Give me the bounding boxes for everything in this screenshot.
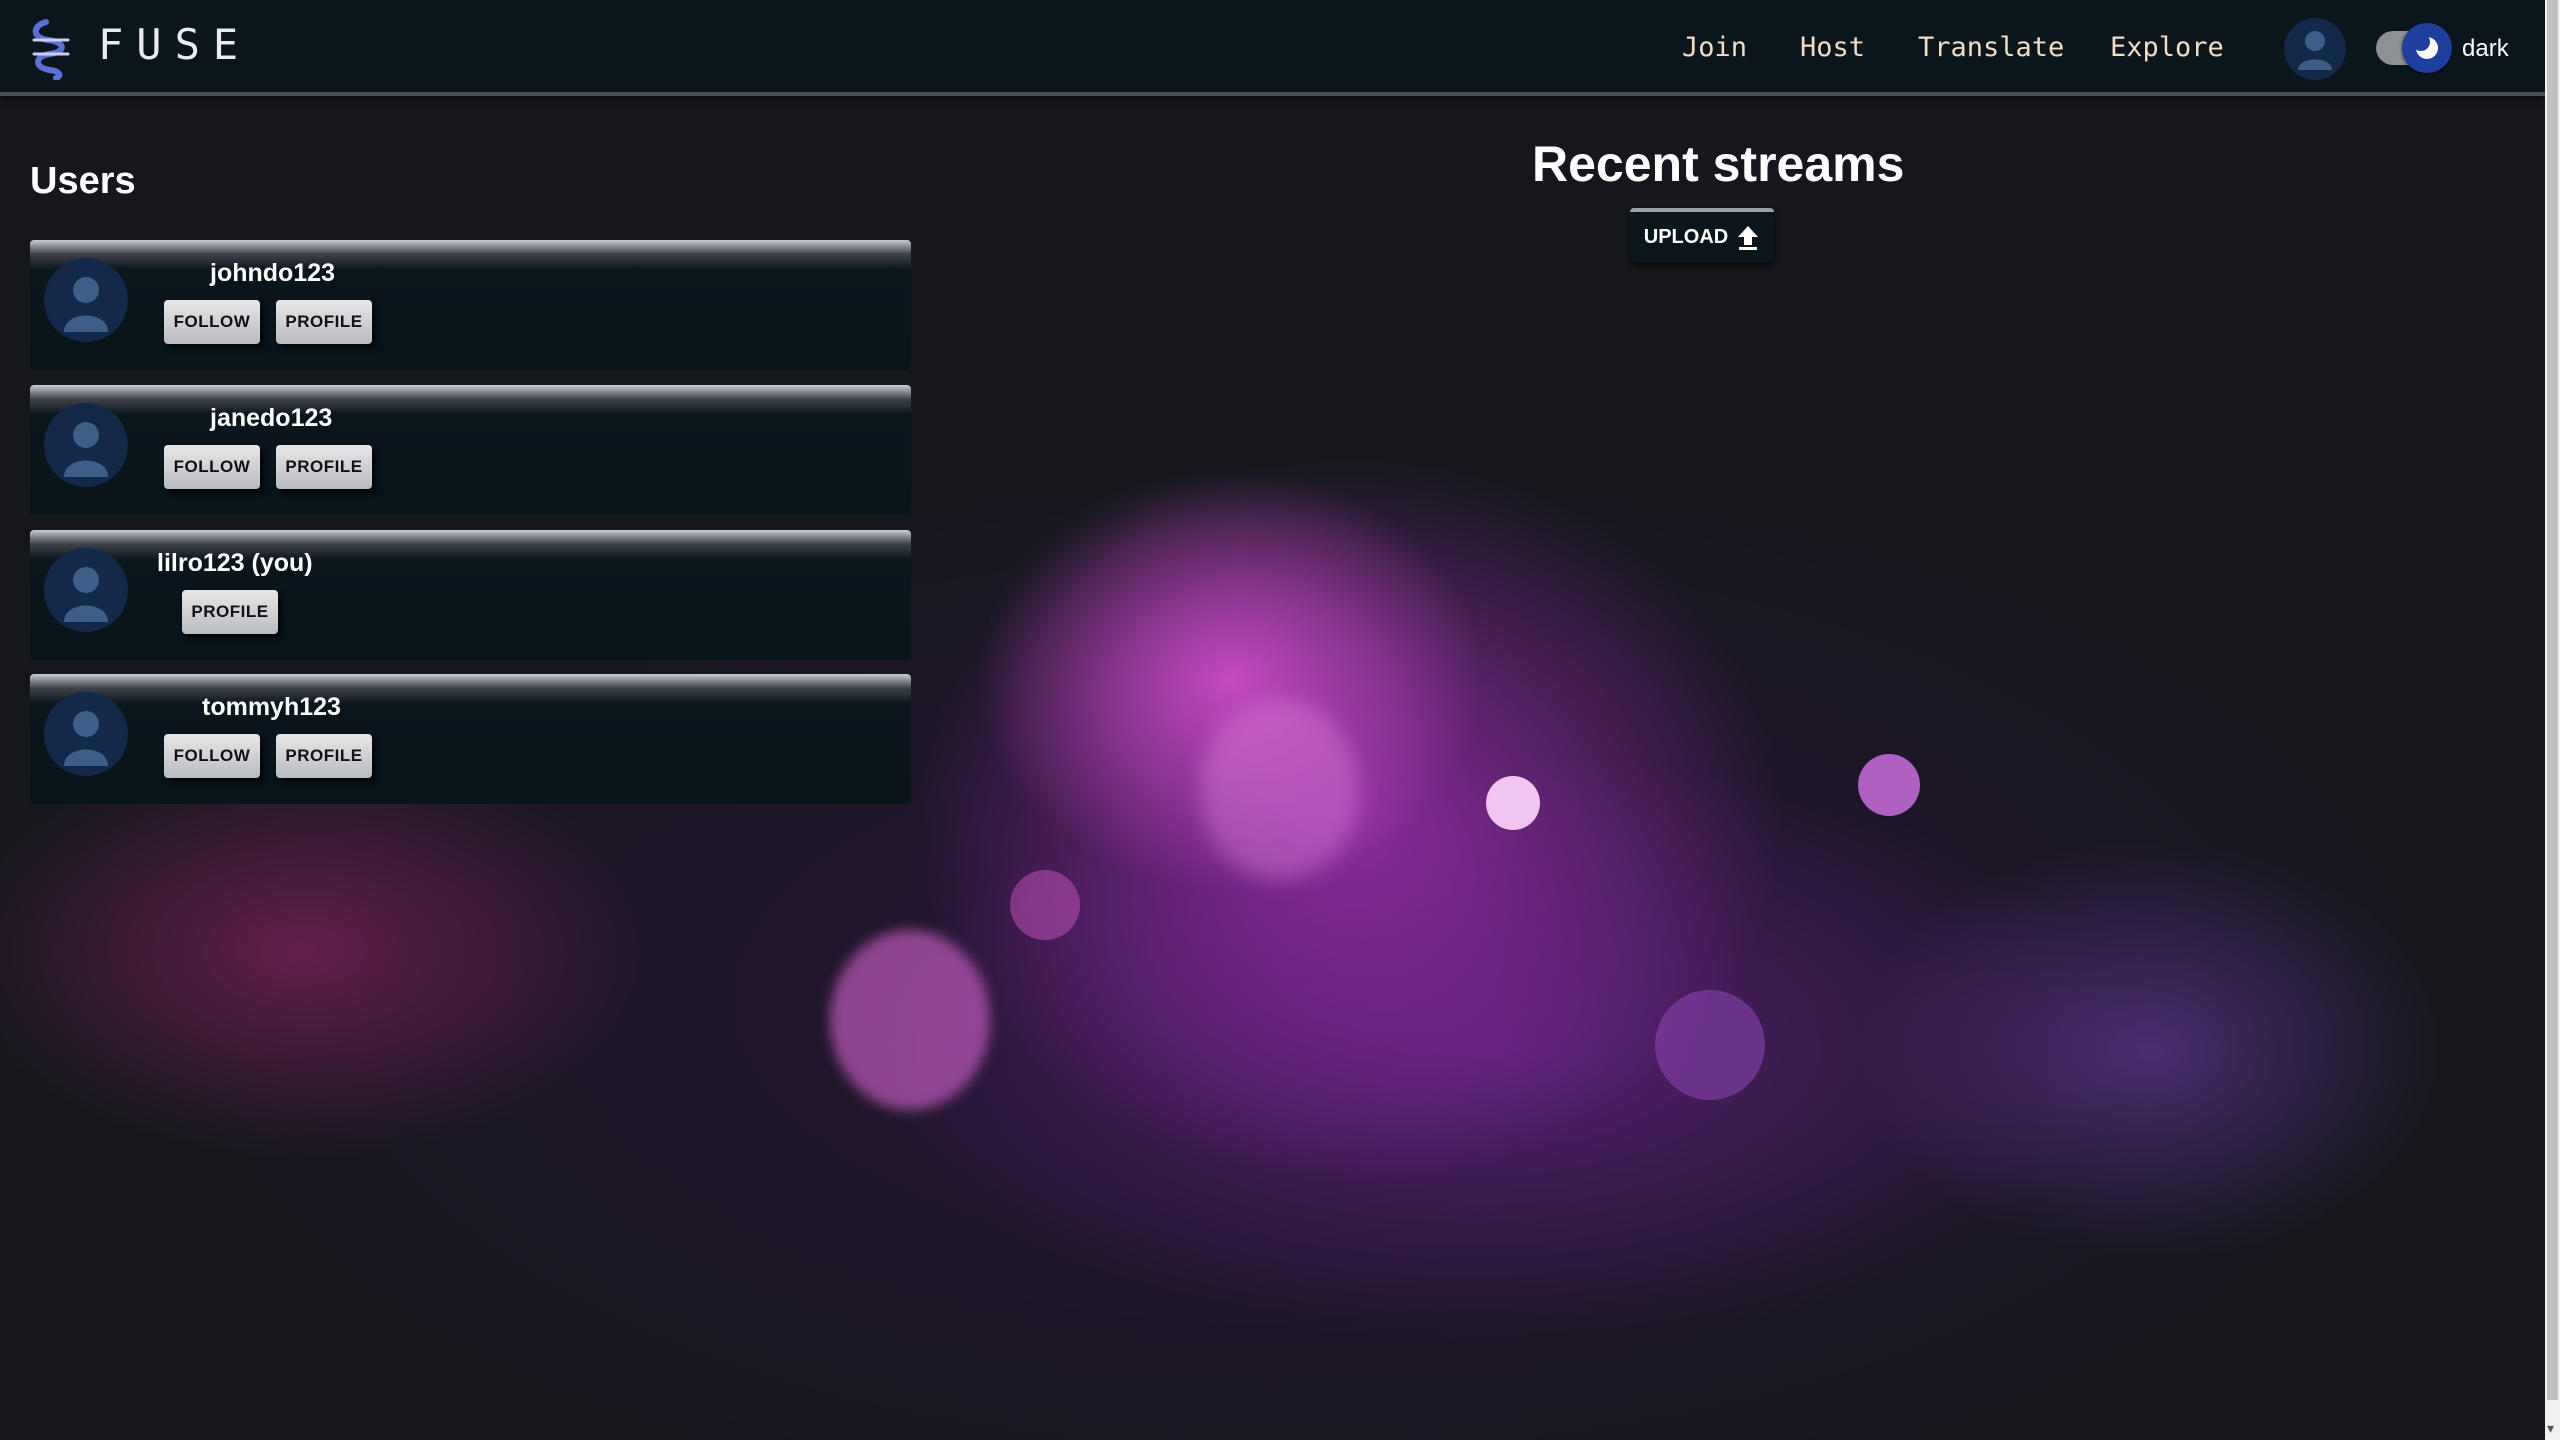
scrollbar-thumb[interactable] (2547, 0, 2558, 1400)
theme-toggle-knob[interactable] (2402, 23, 2452, 73)
profile-button[interactable]: PROFILE (182, 590, 278, 634)
user-icon (64, 567, 108, 622)
user-icon (64, 277, 108, 332)
brand-name[interactable]: FUSE (98, 20, 251, 69)
avatar (44, 548, 128, 632)
username[interactable]: tommyh123 (202, 693, 341, 722)
upload-button[interactable]: UPLOAD (1630, 208, 1774, 262)
user-card: johndo123 FOLLOW PROFILE (30, 240, 911, 370)
theme-mode-label: dark (2462, 35, 2509, 62)
bokeh-orb (1655, 990, 1765, 1100)
user-card: tommyh123 FOLLOW PROFILE (30, 674, 911, 804)
bokeh-orb (1200, 700, 1360, 880)
bokeh-orb (830, 930, 990, 1110)
username[interactable]: lilro123 (you) (157, 549, 313, 578)
profile-button[interactable]: PROFILE (276, 734, 372, 778)
fuse-logo-icon[interactable] (26, 18, 76, 80)
nav-explore[interactable]: Explore (2110, 32, 2224, 63)
username[interactable]: janedo123 (210, 404, 332, 433)
user-icon (64, 422, 108, 477)
follow-button[interactable]: FOLLOW (164, 300, 260, 344)
user-avatar-button[interactable] (2284, 18, 2346, 80)
users-section-title: Users (30, 160, 136, 202)
nav-host[interactable]: Host (1800, 32, 1865, 63)
moon-icon (2412, 33, 2438, 59)
avatar (44, 692, 128, 776)
follow-button[interactable]: FOLLOW (164, 445, 260, 489)
user-icon (64, 711, 108, 766)
profile-button[interactable]: PROFILE (276, 300, 372, 344)
username[interactable]: johndo123 (210, 259, 335, 288)
follow-button[interactable]: FOLLOW (164, 734, 260, 778)
nav-translate[interactable]: Translate (1918, 32, 2064, 63)
scroll-down-arrow-icon[interactable]: ▾ (2547, 1420, 2554, 1437)
user-icon (2298, 31, 2332, 70)
bokeh-orb (1858, 754, 1920, 816)
user-card: janedo123 FOLLOW PROFILE (30, 385, 911, 515)
user-card-self: lilro123 (you) PROFILE (30, 530, 911, 660)
avatar (44, 258, 128, 342)
profile-button[interactable]: PROFILE (276, 445, 372, 489)
recent-streams-title: Recent streams (1532, 136, 1905, 192)
avatar (44, 403, 128, 487)
bokeh-orb (1486, 776, 1540, 830)
upload-arrow-icon (1738, 226, 1759, 250)
bokeh-orb (1010, 870, 1080, 940)
nav-join[interactable]: Join (1682, 32, 1747, 63)
top-navigation-bar: FUSE Join Host Translate Explore dark (0, 0, 2545, 96)
upload-button-label: UPLOAD (1643, 225, 1729, 248)
